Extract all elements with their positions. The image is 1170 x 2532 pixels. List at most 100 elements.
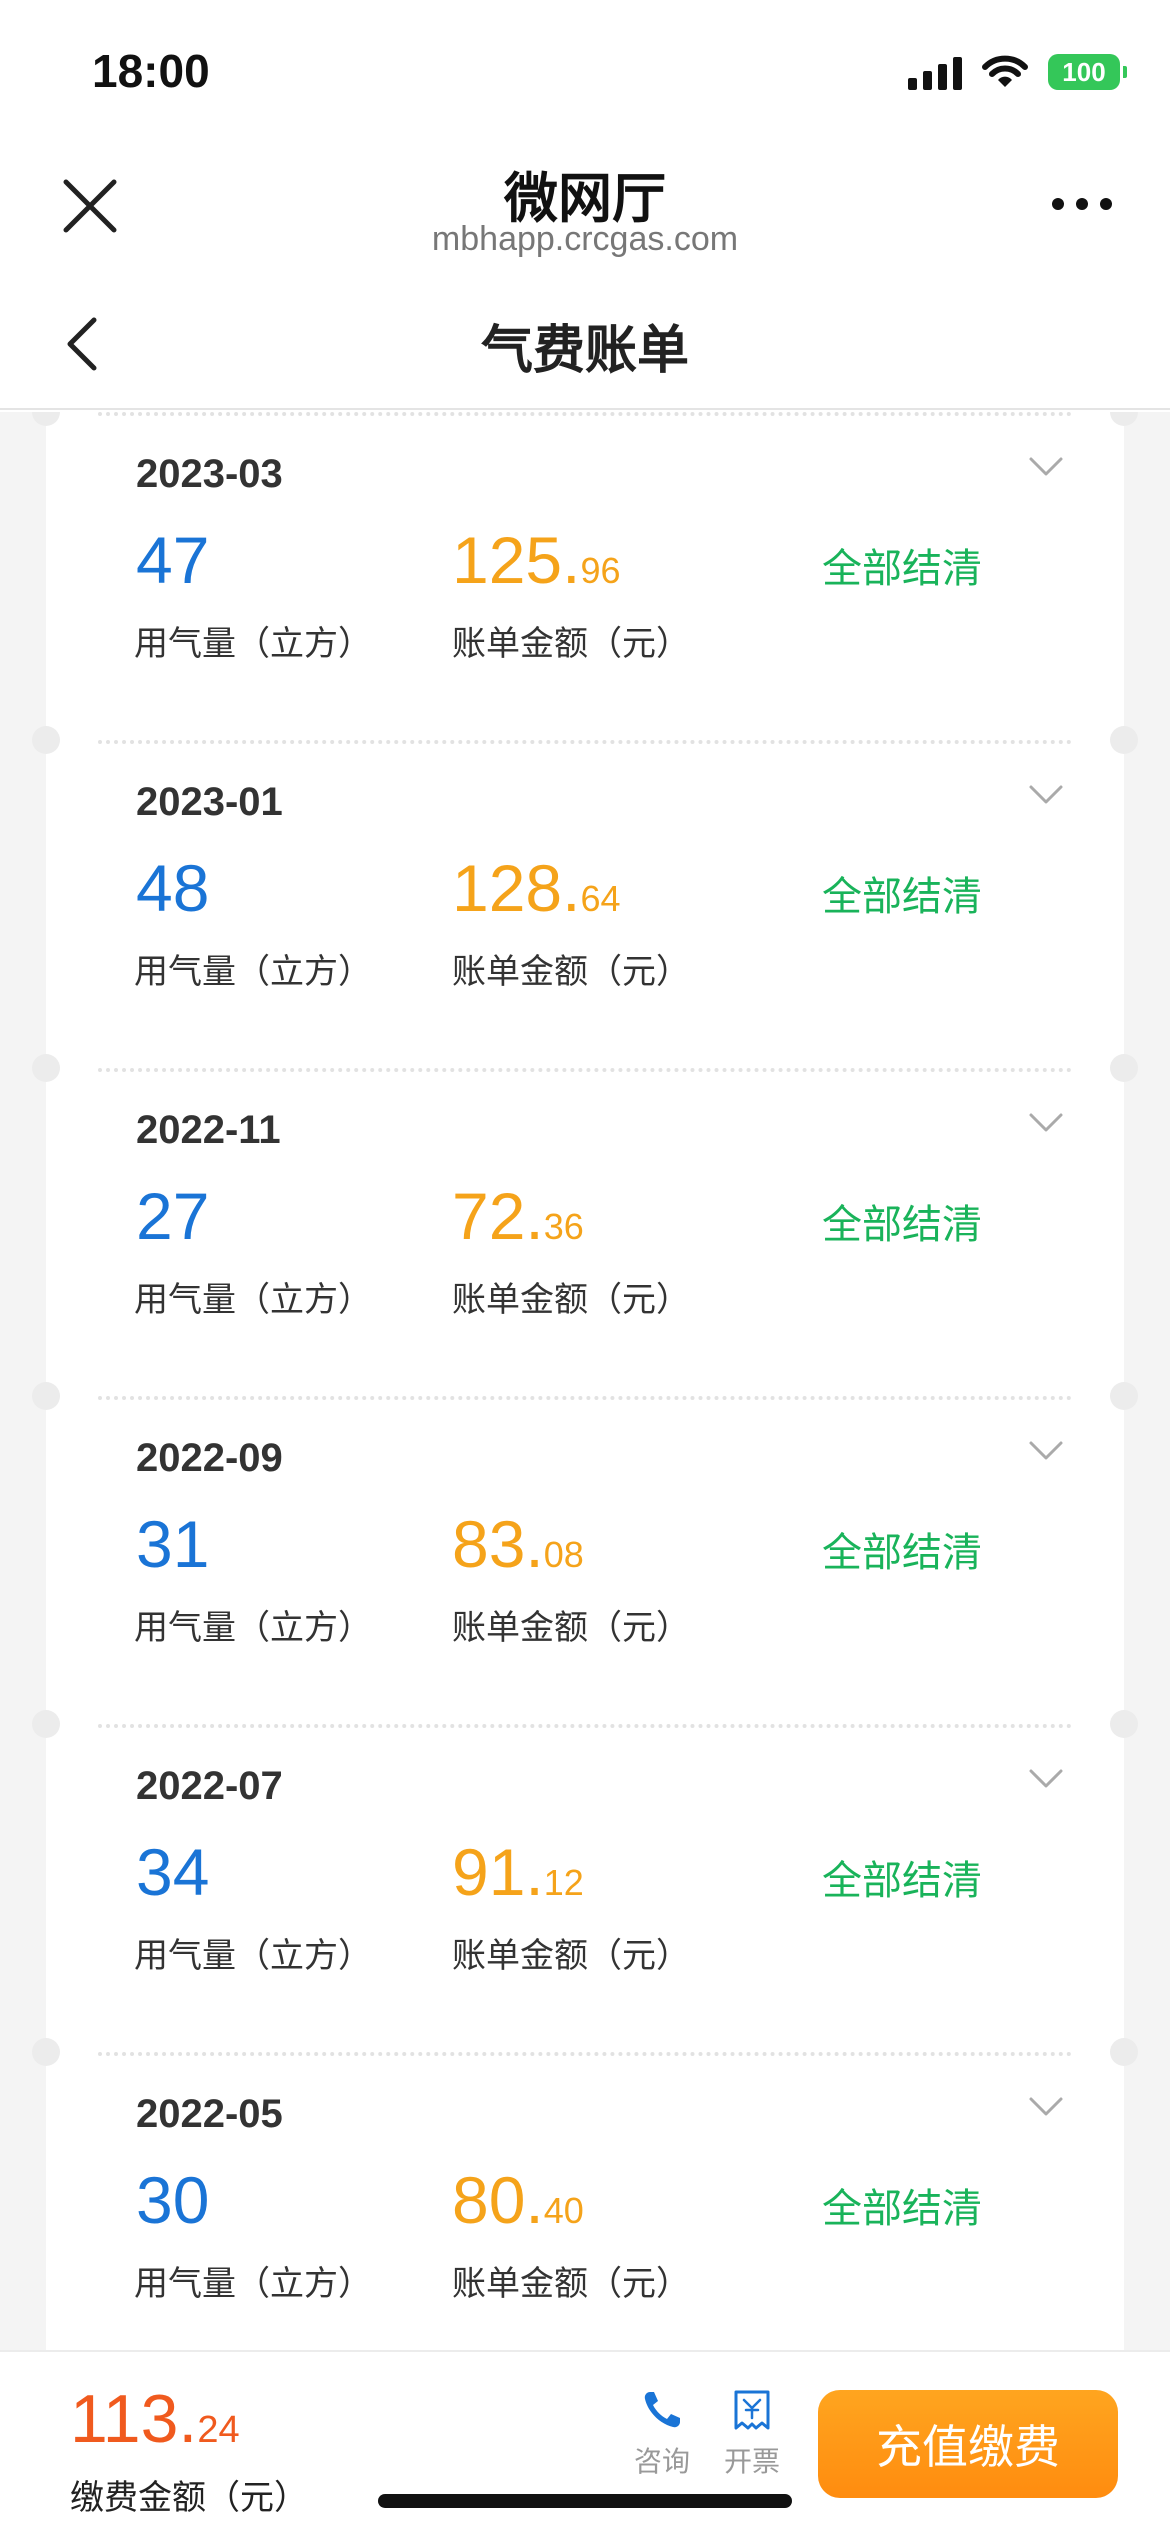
bill-amount: 91.12 — [452, 1834, 584, 1910]
bill-date: 2022-09 — [136, 1436, 283, 1480]
page-nav-bar: 气费账单 — [0, 280, 1170, 410]
bill-amount-int: 128 — [452, 851, 563, 925]
usage-value: 27 — [136, 1179, 210, 1253]
phone-icon — [644, 2392, 680, 2428]
bill-amount-int: 91 — [452, 1835, 526, 1909]
bill-list: 2023-03 47 用气量（立方） 125.96 账单金额（元） 全部结清 2… — [32, 412, 1138, 2350]
usage-label: 用气量（立方） — [134, 624, 372, 664]
bill-amount-dot: . — [525, 1507, 544, 1581]
ticket-notch — [1110, 1054, 1138, 1082]
ticket-notch — [32, 2038, 60, 2066]
bill-amount: 128.64 — [452, 850, 621, 926]
bill-amount-dec: 12 — [543, 1862, 584, 1903]
usage-label: 用气量（立方） — [134, 1608, 372, 1648]
bill-item[interactable]: 2022-07 34 用气量（立方） 91.12 账单金额（元） 全部结清 — [32, 1710, 1138, 2054]
bill-amount-dot: . — [525, 2163, 544, 2237]
bill-date: 2022-07 — [136, 1764, 283, 1808]
app-domain: mbhapp.crcgas.com — [431, 220, 739, 258]
bill-amount-dec: 40 — [543, 2190, 584, 2231]
bill-amount-dot: . — [525, 1835, 544, 1909]
bill-date: 2022-05 — [136, 2092, 283, 2136]
ticket-notch — [1110, 1710, 1138, 1738]
ticket-notch — [1110, 412, 1138, 426]
recharge-pay-button[interactable]: 充值缴费 — [818, 2390, 1118, 2498]
settled-status: 全部结清 — [822, 1858, 982, 1904]
bill-amount-int: 80 — [452, 2163, 526, 2237]
bill-amount: 83.08 — [452, 1506, 584, 1582]
bill-list-area[interactable]: 2023-03 47 用气量（立方） 125.96 账单金额（元） 全部结清 2… — [0, 412, 1170, 2350]
bill-amount: 80.40 — [452, 2162, 584, 2238]
usage-label: 用气量（立方） — [134, 2264, 372, 2304]
bill-amount-dot: . — [525, 1179, 544, 1253]
consult-label: 咨询 — [633, 2445, 690, 2478]
amount-label: 账单金额（元） — [452, 1280, 690, 1320]
chevron-down-icon[interactable] — [1028, 784, 1064, 806]
chevron-down-icon[interactable] — [1028, 1112, 1064, 1134]
battery-icon: 100 — [1048, 54, 1127, 90]
bill-divider — [98, 1396, 1072, 1400]
status-icons: 100 — [908, 50, 1127, 94]
usage-label: 用气量（立方） — [134, 952, 372, 992]
more-icon[interactable] — [1052, 198, 1112, 210]
ticket-notch — [1110, 726, 1138, 754]
home-indicator — [378, 2494, 792, 2508]
ticket-notch — [1110, 2038, 1138, 2066]
signal-icon — [908, 54, 962, 90]
settled-status: 全部结清 — [822, 2186, 982, 2232]
ticket-notch — [32, 726, 60, 754]
amount-label: 账单金额（元） — [452, 952, 690, 992]
settled-status: 全部结清 — [822, 1530, 982, 1576]
invoice-icon — [734, 2390, 770, 2430]
bill-amount-dec: 64 — [580, 878, 621, 919]
bill-item[interactable]: 2022-11 27 用气量（立方） 72.36 账单金额（元） 全部结清 — [32, 1054, 1138, 1398]
usage-label: 用气量（立方） — [134, 1280, 372, 1320]
amount-label: 账单金额（元） — [452, 1608, 690, 1648]
pay-amount-dec: 24 — [197, 2409, 240, 2451]
pay-amount: 113.24 — [70, 2380, 240, 2458]
bill-amount-dot: . — [562, 851, 581, 925]
chevron-down-icon[interactable] — [1028, 1768, 1064, 1790]
usage-value: 30 — [136, 2163, 210, 2237]
bill-item[interactable]: 2022-05 30 用气量（立方） 80.40 账单金额（元） 全部结清 — [32, 2038, 1138, 2350]
invoice-button[interactable]: 开票 — [712, 2388, 792, 2480]
bill-date: 2023-01 — [136, 780, 283, 824]
bill-amount: 72.36 — [452, 1178, 584, 1254]
ticket-notch — [32, 1710, 60, 1738]
settled-status: 全部结清 — [822, 546, 982, 592]
ticket-notch — [1110, 1382, 1138, 1410]
consult-button[interactable]: 咨询 — [622, 2388, 702, 2480]
title-bar: 微网厅 mbhapp.crcgas.com — [0, 140, 1170, 280]
bill-item[interactable]: 2023-03 47 用气量（立方） 125.96 账单金额（元） 全部结清 — [32, 412, 1138, 742]
status-time: 18:00 — [92, 45, 210, 97]
ticket-notch — [32, 1382, 60, 1410]
usage-value: 47 — [136, 523, 210, 597]
chevron-down-icon[interactable] — [1028, 2096, 1064, 2118]
bill-amount-int: 72 — [452, 1179, 526, 1253]
bill-amount-dec: 08 — [543, 1534, 584, 1575]
bill-divider — [98, 1724, 1072, 1728]
chevron-down-icon[interactable] — [1028, 456, 1064, 478]
amount-label: 账单金额（元） — [452, 1936, 690, 1976]
page-title: 气费账单 — [480, 321, 689, 381]
usage-value: 31 — [136, 1507, 210, 1581]
usage-value: 34 — [136, 1835, 210, 1909]
bill-item[interactable]: 2022-09 31 用气量（立方） 83.08 账单金额（元） 全部结清 — [32, 1382, 1138, 1726]
chevron-down-icon[interactable] — [1028, 1440, 1064, 1462]
invoice-label: 开票 — [723, 2445, 780, 2478]
amount-label: 账单金额（元） — [452, 624, 690, 664]
bill-amount-dec: 96 — [580, 550, 621, 591]
usage-value: 48 — [136, 851, 210, 925]
bill-date: 2023-03 — [136, 452, 283, 496]
bill-date: 2022-11 — [136, 1108, 281, 1152]
settled-status: 全部结清 — [822, 874, 982, 920]
bill-amount-dec: 36 — [543, 1206, 584, 1247]
bill-amount-int: 83 — [452, 1507, 526, 1581]
bill-divider — [98, 412, 1072, 416]
usage-label: 用气量（立方） — [134, 1936, 372, 1976]
pay-amount-dot: . — [178, 2381, 198, 2457]
pay-amount-label: 缴费金额（元） — [70, 2478, 308, 2518]
bill-item[interactable]: 2023-01 48 用气量（立方） 128.64 账单金额（元） 全部结清 — [32, 726, 1138, 1070]
bill-amount-dot: . — [562, 523, 581, 597]
bill-amount: 125.96 — [452, 522, 621, 598]
bill-divider — [98, 1068, 1072, 1072]
